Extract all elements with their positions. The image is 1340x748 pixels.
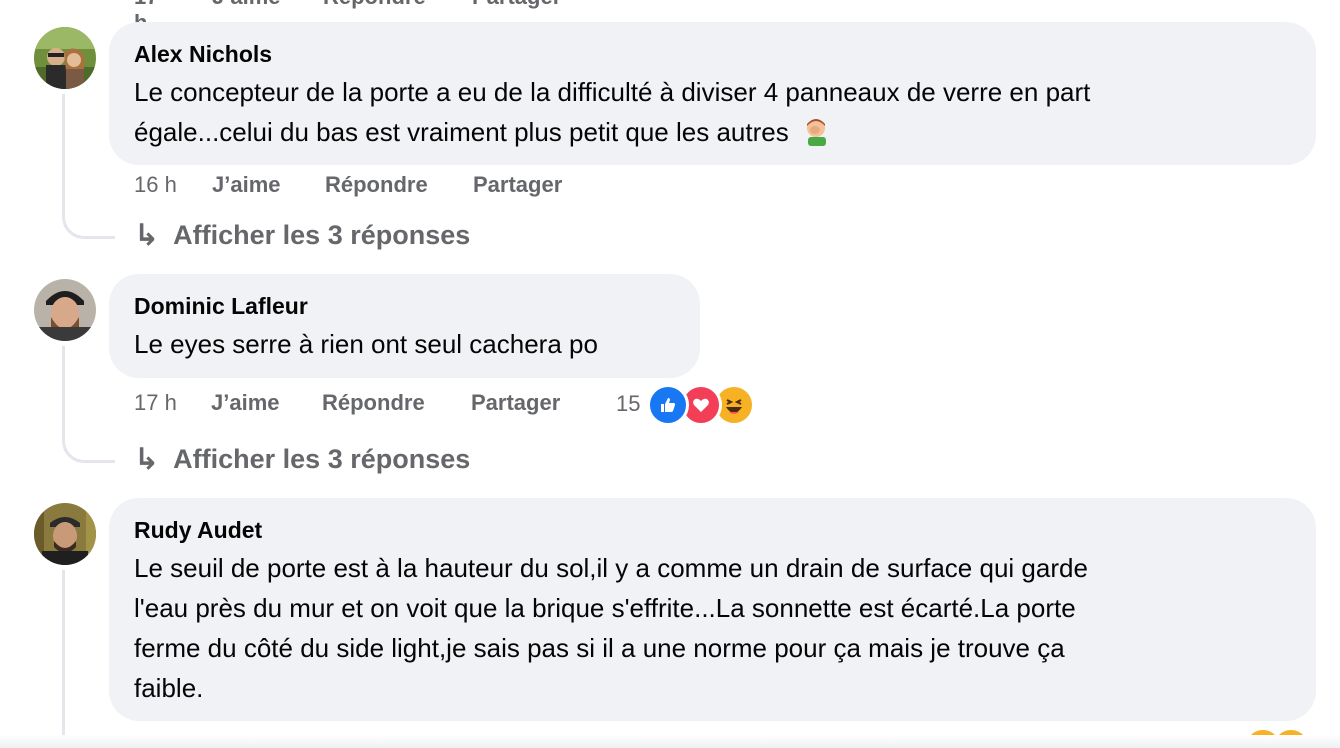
- comment-time[interactable]: 16 h: [134, 172, 177, 198]
- reply-button[interactable]: Répondre: [325, 172, 428, 198]
- thread-line: [62, 94, 115, 239]
- previous-reply-button[interactable]: Répondre: [323, 0, 426, 10]
- comment-author[interactable]: Rudy Audet: [134, 517, 262, 544]
- comment-bubble: Dominic Lafleur Le eyes serre à rien ont…: [109, 274, 700, 378]
- thread-line: [62, 570, 65, 748]
- comment-text: égale...celui du bas est vraiment plus p…: [134, 117, 789, 147]
- comment-text-line: faible.: [134, 673, 204, 703]
- facepalm-emoji-icon: [796, 117, 832, 147]
- reply-arrow-icon: ↳: [134, 218, 160, 252]
- comment-author[interactable]: Dominic Lafleur: [134, 293, 308, 320]
- comment-text-line: Le concepteur de la porte a eu de la dif…: [134, 77, 1091, 107]
- reply-button[interactable]: Répondre: [322, 390, 425, 416]
- previous-like-button[interactable]: J’aime: [212, 0, 281, 10]
- comment-text: Le eyes serre à rien ont seul cachera po: [134, 329, 598, 359]
- like-icon: [647, 384, 689, 426]
- comment-text-line: Le seuil de porte est à la hauteur du so…: [134, 553, 1088, 583]
- reactions-summary[interactable]: 15: [616, 384, 756, 426]
- avatar-dominic-lafleur[interactable]: [34, 279, 96, 341]
- thread-line: [62, 346, 115, 463]
- reply-arrow-icon: ↳: [134, 442, 160, 476]
- view-replies-label: Afficher les 3 réponses: [173, 219, 471, 250]
- like-button[interactable]: J’aime: [212, 172, 281, 198]
- bottom-edge: [0, 735, 1340, 748]
- comment-bubble: Alex Nichols Le concepteur de la porte a…: [109, 22, 1316, 165]
- view-replies-label: Afficher les 3 réponses: [173, 443, 471, 474]
- reaction-count: 15: [616, 391, 641, 416]
- previous-share-button[interactable]: Partager: [472, 0, 561, 10]
- comment-time[interactable]: 17 h: [134, 390, 177, 416]
- comment-author[interactable]: Alex Nichols: [134, 41, 272, 68]
- view-replies-button[interactable]: ↳ Afficher les 3 réponses: [134, 218, 470, 252]
- share-button[interactable]: Partager: [471, 390, 560, 416]
- avatar-rudy-audet[interactable]: [34, 503, 96, 565]
- comment-text-line: l'eau près du mur et on voit que la briq…: [134, 593, 1076, 623]
- comment-text-line: ferme du côté du side light,je sais pas …: [134, 633, 1065, 663]
- view-replies-button[interactable]: ↳ Afficher les 3 réponses: [134, 442, 470, 476]
- avatar-alex-nichols[interactable]: [34, 27, 96, 89]
- comment-text-line-2: égale...celui du bas est vraiment plus p…: [134, 112, 832, 152]
- share-button[interactable]: Partager: [473, 172, 562, 198]
- like-button[interactable]: J’aime: [211, 390, 280, 416]
- comment-bubble: Rudy Audet Le seuil de porte est à la ha…: [109, 498, 1316, 721]
